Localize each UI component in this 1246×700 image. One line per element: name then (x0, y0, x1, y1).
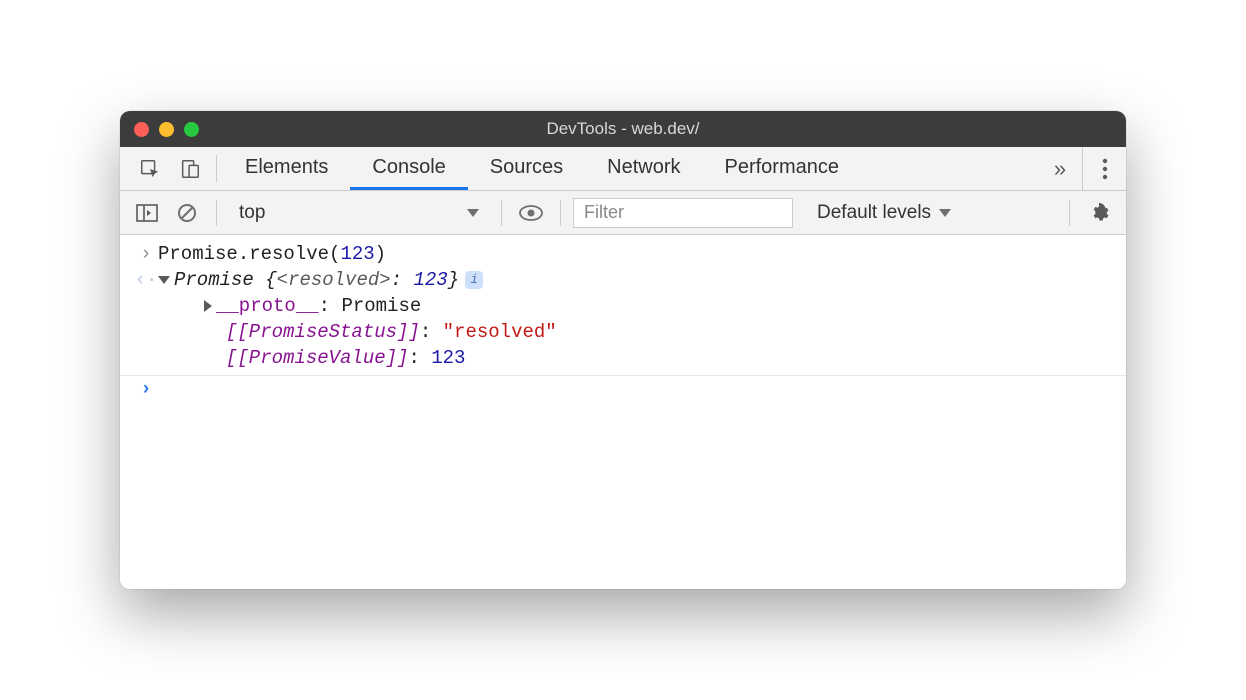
disclosure-closed-icon[interactable] (204, 300, 212, 312)
object-summary: Promise {<resolved>: 123}i (158, 269, 1112, 291)
clear-console-icon[interactable] (170, 198, 204, 228)
execution-context-selector[interactable]: top (229, 198, 489, 228)
divider (560, 200, 561, 226)
chevron-down-icon (467, 209, 479, 217)
tab-sources[interactable]: Sources (468, 147, 585, 190)
console-toolbar: top Default levels (120, 191, 1126, 235)
overflow-label: » (1054, 156, 1066, 182)
divider (216, 200, 217, 226)
zoom-window-button[interactable] (184, 122, 199, 137)
console-prompt-row[interactable]: › (120, 376, 1126, 402)
devtools-tabbar: Elements Console Sources Network Perform… (120, 147, 1126, 191)
prompt-icon: › (134, 243, 158, 265)
tab-label: Network (607, 156, 680, 179)
tab-label: Performance (725, 156, 840, 179)
tabs-overflow-button[interactable]: » (1038, 147, 1082, 190)
titlebar: DevTools - web.dev/ (120, 111, 1126, 147)
tab-elements[interactable]: Elements (223, 147, 350, 190)
prompt-icon: › (134, 378, 158, 400)
tab-performance[interactable]: Performance (703, 147, 862, 190)
object-property-row[interactable]: [[PromiseStatus]]: "resolved" (120, 319, 1126, 345)
traffic-lights (134, 122, 199, 137)
tab-network[interactable]: Network (585, 147, 702, 190)
proto-row: __proto__: Promise (158, 295, 1112, 317)
result-icon: ‹· (134, 269, 158, 291)
tab-console[interactable]: Console (350, 147, 467, 190)
console-input-row[interactable]: › Promise.resolve(123) (120, 241, 1126, 267)
console-prompt-input[interactable] (158, 378, 1112, 400)
context-label: top (239, 202, 265, 224)
console-settings-icon[interactable] (1082, 198, 1116, 228)
log-levels-selector[interactable]: Default levels (817, 202, 951, 224)
levels-label: Default levels (817, 202, 931, 224)
console-input-text: Promise.resolve(123) (158, 243, 1112, 265)
tab-label: Elements (245, 156, 328, 179)
tabs: Elements Console Sources Network Perform… (223, 147, 1038, 190)
device-toolbar-icon[interactable] (170, 158, 210, 180)
promise-status-row: [[PromiseStatus]]: "resolved" (158, 321, 1112, 343)
inspect-element-icon[interactable] (130, 158, 170, 180)
live-expression-icon[interactable] (514, 198, 548, 228)
filter-input[interactable] (573, 198, 793, 228)
object-property-row[interactable]: [[PromiseValue]]: 123 (120, 345, 1126, 371)
chevron-down-icon (939, 209, 951, 217)
tab-label: Console (372, 156, 445, 179)
disclosure-open-icon[interactable] (158, 276, 170, 284)
info-icon[interactable]: i (465, 271, 483, 289)
minimize-window-button[interactable] (159, 122, 174, 137)
tab-label: Sources (490, 156, 563, 179)
devtools-window: DevTools - web.dev/ Elements Console Sou… (120, 111, 1126, 589)
promise-value-row: [[PromiseValue]]: 123 (158, 347, 1112, 369)
divider (1069, 200, 1070, 226)
toggle-console-sidebar-icon[interactable] (130, 198, 164, 228)
close-window-button[interactable] (134, 122, 149, 137)
object-property-row[interactable]: __proto__: Promise (120, 293, 1126, 319)
divider (501, 200, 502, 226)
console-body: › Promise.resolve(123) ‹· Promise {<reso… (120, 235, 1126, 589)
divider (216, 155, 217, 182)
window-title: DevTools - web.dev/ (120, 119, 1126, 139)
devtools-menu-button[interactable] (1082, 147, 1126, 190)
console-result-row[interactable]: ‹· Promise {<resolved>: 123}i (120, 267, 1126, 293)
